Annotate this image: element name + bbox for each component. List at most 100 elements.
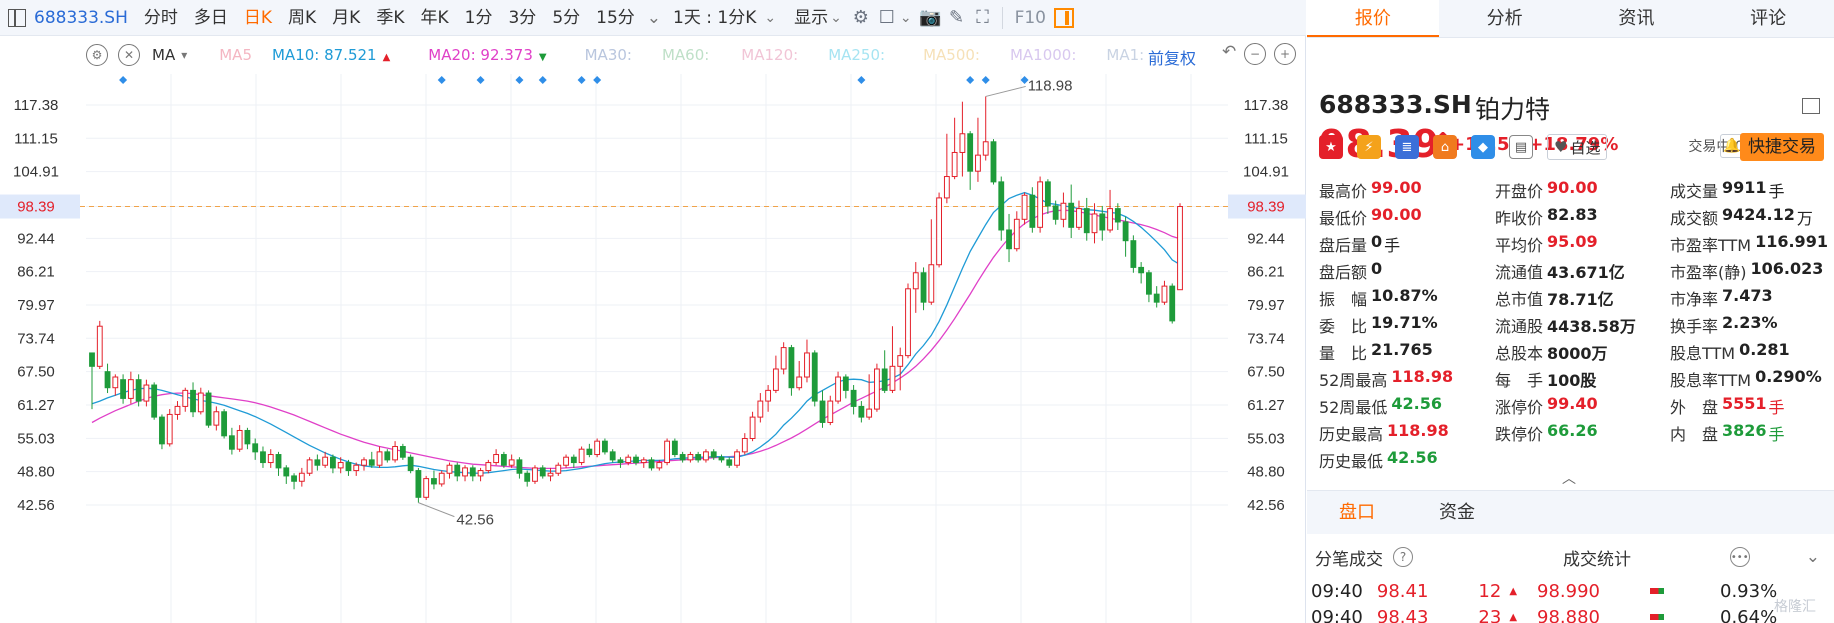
candle[interactable] bbox=[1107, 189, 1113, 233]
event-marker-icon[interactable] bbox=[119, 76, 128, 84]
candle[interactable] bbox=[190, 382, 196, 418]
candle[interactable] bbox=[399, 443, 406, 460]
candle[interactable] bbox=[703, 449, 709, 463]
candle[interactable] bbox=[361, 457, 367, 471]
candle[interactable] bbox=[431, 470, 437, 490]
tag-icon[interactable]: ◆ bbox=[1471, 135, 1495, 159]
candle[interactable] bbox=[104, 363, 111, 394]
collapse-panel-icon[interactable] bbox=[1802, 98, 1820, 114]
document-icon[interactable]: ▤ bbox=[1509, 135, 1533, 159]
china-flag-icon[interactable]: ★ bbox=[1319, 135, 1343, 159]
ma-item-8[interactable]: MA1000: bbox=[1010, 46, 1076, 64]
panel-layout-icon[interactable] bbox=[1053, 7, 1074, 28]
ma-item-4[interactable]: MA60: bbox=[662, 46, 709, 64]
interval-select[interactable]: 1天 : 1分K bbox=[665, 0, 764, 36]
candle[interactable] bbox=[749, 411, 756, 442]
ma-item-2[interactable]: MA20: 92.373 ▼ bbox=[428, 46, 546, 64]
event-marker-icon[interactable] bbox=[857, 76, 866, 84]
candle[interactable] bbox=[1006, 213, 1012, 263]
database-icon[interactable]: ≣ bbox=[1395, 135, 1419, 159]
price-adjust-select[interactable]: 前复权 bbox=[1148, 45, 1196, 69]
candle[interactable] bbox=[1114, 203, 1121, 230]
period-tab-5min[interactable]: 5分 bbox=[544, 0, 588, 36]
candle[interactable] bbox=[602, 438, 608, 455]
candle[interactable] bbox=[594, 438, 601, 458]
candle[interactable] bbox=[260, 446, 266, 468]
kline-chart[interactable]: 117.38 117.38 111.15 111.15 104.91 104.91 98.3… bbox=[0, 72, 1306, 623]
ma-label[interactable]: MA bbox=[152, 46, 175, 64]
candle[interactable] bbox=[493, 449, 500, 466]
candle[interactable] bbox=[858, 401, 865, 423]
f10-button[interactable]: F10 bbox=[1009, 8, 1052, 28]
tab-analysis[interactable]: 分析 bbox=[1439, 0, 1571, 37]
candle[interactable] bbox=[609, 449, 616, 463]
candle[interactable] bbox=[734, 449, 740, 468]
event-marker-icon[interactable] bbox=[966, 76, 975, 84]
candle[interactable] bbox=[330, 454, 336, 474]
candle[interactable] bbox=[143, 379, 150, 407]
candle[interactable] bbox=[827, 395, 834, 426]
candle[interactable] bbox=[757, 393, 764, 423]
candle[interactable] bbox=[975, 117, 981, 182]
zoom-out-icon[interactable]: − bbox=[1244, 43, 1266, 65]
candle[interactable] bbox=[959, 101, 966, 177]
ma-item-5[interactable]: MA120: bbox=[741, 46, 798, 64]
candle[interactable] bbox=[407, 454, 414, 474]
candle[interactable] bbox=[586, 443, 593, 458]
more-options-icon[interactable]: ••• bbox=[1729, 547, 1750, 567]
candle[interactable] bbox=[850, 385, 857, 415]
candle[interactable] bbox=[221, 409, 228, 439]
candle[interactable] bbox=[842, 374, 849, 399]
candle[interactable] bbox=[874, 363, 880, 412]
candle[interactable] bbox=[539, 465, 546, 479]
candle[interactable] bbox=[1044, 179, 1051, 214]
candle[interactable] bbox=[127, 371, 134, 404]
candle[interactable] bbox=[982, 96, 989, 161]
candle[interactable] bbox=[1130, 235, 1137, 273]
candle[interactable] bbox=[120, 374, 126, 404]
candle[interactable] bbox=[462, 465, 468, 482]
tab-capital[interactable]: 资金 bbox=[1407, 491, 1507, 534]
ma-item-1[interactable]: MA10: 87.521 ▲ bbox=[272, 46, 390, 64]
ma-close-icon[interactable]: ✕ bbox=[118, 44, 140, 66]
candle[interactable] bbox=[835, 371, 841, 404]
candle[interactable] bbox=[1021, 192, 1028, 225]
candle[interactable] bbox=[547, 467, 554, 482]
candle[interactable] bbox=[1068, 184, 1075, 239]
tab-quote[interactable]: 报价 bbox=[1307, 0, 1439, 37]
tab-comments[interactable]: 评论 bbox=[1702, 0, 1834, 37]
event-marker-icon[interactable] bbox=[437, 76, 446, 84]
ma-item-3[interactable]: MA30: bbox=[585, 46, 632, 64]
ma-item-9[interactable]: MA1: bbox=[1106, 46, 1144, 64]
zoom-in-icon[interactable]: + bbox=[1274, 43, 1296, 65]
candle[interactable] bbox=[780, 342, 787, 375]
candle[interactable] bbox=[197, 387, 204, 415]
chevron-down-icon[interactable]: ⌄ bbox=[900, 10, 912, 26]
event-marker-icon[interactable] bbox=[981, 76, 990, 84]
candle[interactable] bbox=[811, 350, 818, 407]
ma-item-6[interactable]: MA250: bbox=[828, 46, 885, 64]
expand-chevron-icon[interactable]: ︿ bbox=[1562, 468, 1576, 488]
candle[interactable] bbox=[283, 465, 290, 484]
event-marker-icon[interactable] bbox=[593, 76, 602, 84]
candle[interactable] bbox=[687, 451, 694, 463]
sidebar-toggle-icon[interactable] bbox=[8, 8, 26, 27]
candle[interactable] bbox=[718, 454, 725, 463]
candle[interactable] bbox=[368, 451, 375, 468]
candle[interactable] bbox=[314, 454, 321, 471]
period-tab-3min[interactable]: 3分 bbox=[500, 0, 544, 36]
candle[interactable] bbox=[228, 427, 235, 455]
candle[interactable] bbox=[563, 454, 569, 468]
candle[interactable] bbox=[477, 467, 484, 482]
display-menu[interactable]: 显示 bbox=[786, 0, 830, 36]
candle[interactable] bbox=[291, 473, 297, 490]
period-tab-weekly[interactable]: 周K bbox=[280, 0, 324, 36]
candle[interactable] bbox=[1013, 211, 1020, 252]
candle[interactable] bbox=[213, 406, 220, 431]
event-marker-icon[interactable] bbox=[515, 76, 524, 84]
candle[interactable] bbox=[454, 462, 461, 482]
candle[interactable] bbox=[1177, 203, 1183, 291]
candle[interactable] bbox=[438, 470, 445, 487]
candle[interactable] bbox=[804, 339, 810, 383]
candle[interactable] bbox=[174, 401, 181, 420]
